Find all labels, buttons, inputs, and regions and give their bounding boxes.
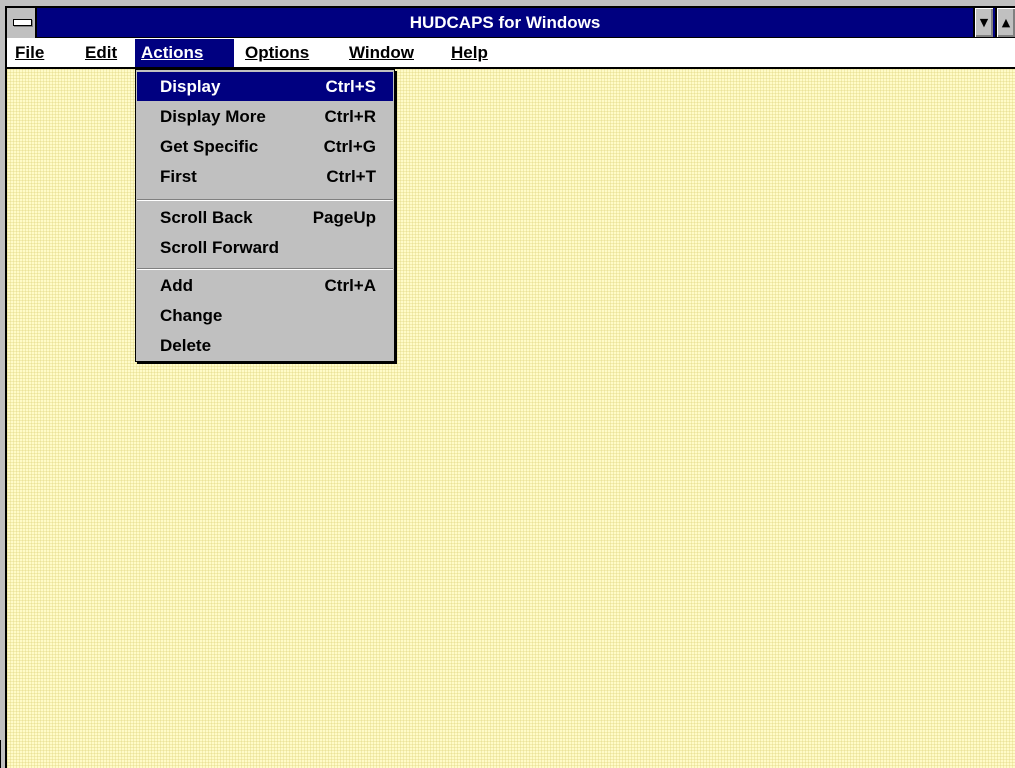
menu-item-scroll-back[interactable]: Scroll Back PageUp (137, 203, 393, 232)
menu-actions[interactable]: Actions (135, 39, 234, 67)
menu-help-label: Help (451, 43, 488, 62)
menu-file-label: File (15, 43, 45, 62)
menu-item-delete[interactable]: Delete (137, 331, 393, 360)
menu-item-display-more-label: Display More (160, 107, 266, 126)
menu-item-delete-label: Delete (160, 336, 212, 355)
menu-item-display-more[interactable]: Display More Ctrl+R (137, 102, 393, 131)
menu-window-label: Window (349, 43, 414, 62)
menu-item-add-shortcut: Ctrl+A (324, 276, 376, 295)
menu-item-first[interactable]: First Ctrl+T (137, 162, 393, 191)
menu-item-display[interactable]: Display Ctrl+S (137, 72, 393, 101)
menu-item-get-specific[interactable]: Get Specific Ctrl+G (137, 132, 393, 161)
menu-item-add-label: Add (160, 276, 194, 295)
window-title: HUDCAPS for Windows (409, 13, 601, 32)
menu-edit[interactable]: Edit (79, 39, 123, 67)
maximize-button[interactable]: ▲ (995, 8, 1015, 37)
system-menu-button[interactable] (7, 8, 37, 38)
menu-item-scroll-forward-label: Scroll Forward (160, 238, 280, 257)
menu-item-display-shortcut: Ctrl+S (325, 77, 376, 96)
menu-item-scroll-back-shortcut: PageUp (312, 208, 376, 227)
menu-item-change[interactable]: Change (137, 301, 393, 330)
title-bar[interactable]: HUDCAPS for Windows ▼ ▲ (7, 8, 1015, 38)
minimize-arrow-icon: ▼ (979, 16, 989, 29)
menu-options-label: Options (245, 43, 310, 62)
actions-dropdown-menu: Display Ctrl+S Display More Ctrl+R Get S… (135, 69, 395, 362)
menu-actions-label: Actions (141, 43, 204, 62)
system-menu-icon (13, 19, 32, 26)
menu-options[interactable]: Options (239, 39, 315, 67)
menu-separator (137, 199, 393, 201)
menu-item-first-shortcut: Ctrl+T (326, 167, 376, 186)
menu-item-scroll-back-label: Scroll Back (160, 208, 253, 227)
menu-item-get-specific-shortcut: Ctrl+G (323, 137, 376, 156)
menu-item-change-label: Change (160, 306, 223, 325)
menu-bar: File Edit Actions Options Window Help (7, 39, 1015, 69)
menu-edit-label: Edit (85, 43, 118, 62)
menu-window[interactable]: Window (343, 39, 420, 67)
menu-file[interactable]: File (9, 39, 50, 67)
menu-item-add[interactable]: Add Ctrl+A (137, 271, 393, 300)
minimize-button[interactable]: ▼ (973, 8, 993, 37)
menu-item-scroll-forward[interactable]: Scroll Forward (137, 233, 393, 262)
menu-item-get-specific-label: Get Specific (160, 137, 259, 156)
application-window: HUDCAPS for Windows ▼ ▲ File Edit Action… (0, 0, 1015, 768)
maximize-arrow-icon: ▲ (1001, 16, 1011, 29)
window-border-edge (0, 740, 5, 768)
menu-separator (137, 268, 393, 270)
menu-item-display-more-shortcut: Ctrl+R (324, 107, 376, 126)
menu-help[interactable]: Help (445, 39, 494, 67)
menu-item-display-label: Display (160, 77, 221, 96)
menu-item-first-label: First (160, 167, 197, 186)
